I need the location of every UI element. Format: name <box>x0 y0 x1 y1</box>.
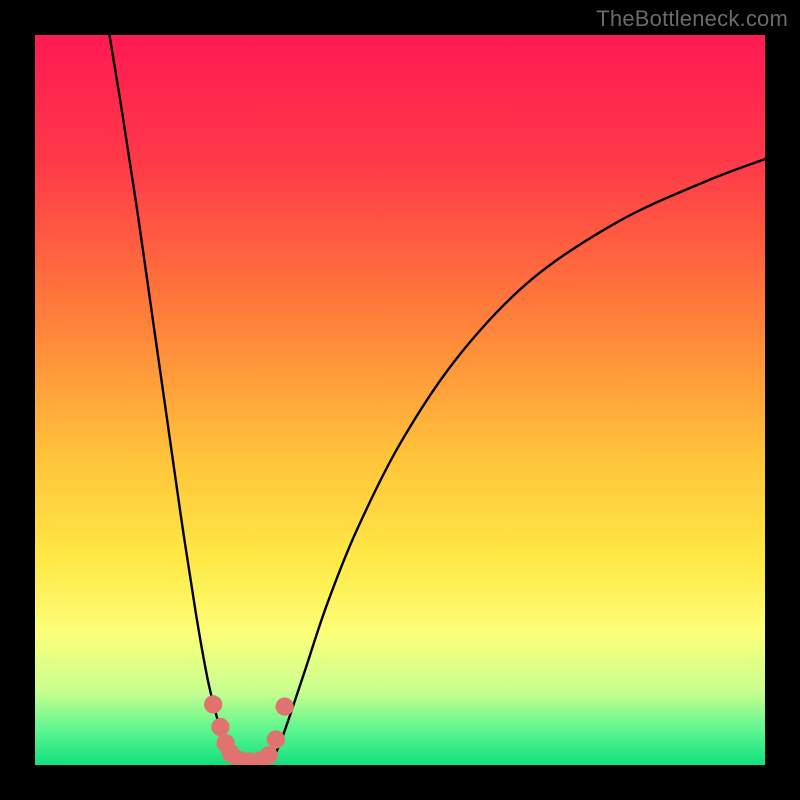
dip-marker <box>259 746 277 764</box>
plot-area <box>35 35 765 765</box>
dip-marker <box>211 718 229 736</box>
watermark-text: TheBottleneck.com <box>596 6 788 32</box>
gradient-background <box>35 35 765 765</box>
dip-marker <box>276 697 294 715</box>
chart-svg <box>35 35 765 765</box>
dip-marker <box>267 730 285 748</box>
dip-marker <box>204 695 222 713</box>
chart-frame: TheBottleneck.com <box>0 0 800 800</box>
